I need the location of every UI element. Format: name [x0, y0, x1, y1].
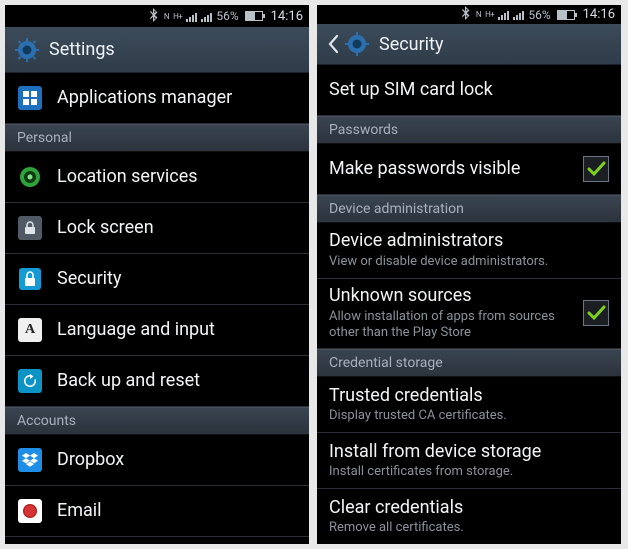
item-location-services[interactable]: Location services: [5, 152, 309, 203]
battery-percent: 56%: [216, 9, 238, 23]
action-bar: Security: [317, 24, 621, 65]
item-label: Applications manager: [57, 87, 297, 109]
dropbox-icon: [17, 447, 43, 473]
battery-percent: 56%: [528, 8, 550, 22]
item-backup-reset[interactable]: Back up and reset: [5, 356, 309, 407]
item-label: Security: [57, 268, 297, 290]
item-language-input[interactable]: A Language and input: [5, 305, 309, 356]
item-sublabel: Remove all certificates.: [329, 520, 609, 536]
item-label: Language and input: [57, 319, 297, 341]
item-sublabel: Install certificates from storage.: [329, 464, 609, 480]
item-security[interactable]: Security: [5, 254, 309, 305]
battery-icon: [245, 11, 263, 21]
apps-icon: [17, 85, 43, 111]
item-sim-card-lock[interactable]: Set up SIM card lock: [317, 65, 621, 116]
item-applications-manager[interactable]: Applications manager: [5, 73, 309, 124]
section-accounts: Accounts: [5, 407, 309, 435]
backup-icon: [17, 368, 43, 394]
status-bar: N H+ 56% 14:16: [317, 5, 621, 24]
action-bar: Settings: [5, 27, 309, 73]
item-unknown-sources[interactable]: Unknown sources Allow installation of ap…: [317, 279, 621, 349]
page-title: Security: [379, 34, 443, 55]
network-indicator-2: H+: [485, 10, 494, 19]
gear-icon: [15, 38, 39, 62]
status-bar: N H+ 56% 14:16: [5, 5, 309, 27]
bluetooth-icon: [150, 8, 160, 25]
item-label: Unknown sources: [329, 285, 569, 307]
signal-icon-2: [513, 9, 524, 20]
section-credential-storage: Credential storage: [317, 349, 621, 377]
item-label: Back up and reset: [57, 370, 297, 392]
item-clear-credentials[interactable]: Clear credentials Remove all certificate…: [317, 489, 621, 544]
clock: 14:16: [583, 7, 615, 22]
network-indicator-2: H+: [173, 12, 182, 21]
checkmark-icon: [586, 303, 606, 323]
settings-screen: N H+ 56% 14:16 Settings Applications man…: [5, 5, 309, 544]
item-label: Clear credentials: [329, 497, 609, 519]
item-device-administrators[interactable]: Device administrators View or disable de…: [317, 223, 621, 279]
item-lock-screen[interactable]: Lock screen: [5, 203, 309, 254]
email-icon: [17, 498, 43, 524]
bluetooth-icon: [462, 6, 472, 23]
item-sublabel: Display trusted CA certificates.: [329, 408, 609, 424]
section-device-admin: Device administration: [317, 195, 621, 223]
signal-icon: [498, 9, 509, 20]
back-button[interactable]: [327, 32, 369, 56]
item-passwords-visible[interactable]: Make passwords visible: [317, 144, 621, 195]
item-trusted-credentials[interactable]: Trusted credentials Display trusted CA c…: [317, 377, 621, 433]
checkbox[interactable]: [583, 300, 609, 326]
gear-icon: [345, 32, 369, 56]
item-sublabel: View or disable device administrators.: [329, 254, 609, 270]
signal-icon-2: [201, 11, 212, 22]
security-icon: [17, 266, 43, 292]
page-title: Settings: [49, 39, 115, 60]
section-passwords: Passwords: [317, 116, 621, 144]
item-label: Trusted credentials: [329, 385, 609, 407]
item-label: Set up SIM card lock: [329, 79, 609, 101]
item-sublabel: Allow installation of apps from sources …: [329, 309, 569, 342]
item-dropbox[interactable]: Dropbox: [5, 435, 309, 486]
lock-icon: [17, 215, 43, 241]
security-screen: N H+ 56% 14:16 Security Set up SIM card …: [317, 5, 621, 544]
checkbox[interactable]: [583, 156, 609, 182]
signal-icon: [186, 11, 197, 22]
item-email[interactable]: Email: [5, 486, 309, 537]
item-label: Device administrators: [329, 230, 609, 252]
item-label: Make passwords visible: [329, 158, 569, 180]
item-label: Dropbox: [57, 449, 297, 471]
item-install-from-storage[interactable]: Install from device storage Install cert…: [317, 433, 621, 489]
network-indicator-1: N: [476, 10, 481, 19]
clock: 14:16: [271, 9, 303, 24]
item-label: Email: [57, 500, 297, 522]
battery-icon: [557, 10, 575, 20]
chevron-left-icon: [327, 34, 339, 54]
item-label: Lock screen: [57, 217, 297, 239]
item-label: Location services: [57, 166, 297, 188]
network-indicator-1: N: [164, 12, 169, 21]
location-icon: [17, 164, 43, 190]
language-icon: A: [17, 317, 43, 343]
section-personal: Personal: [5, 124, 309, 152]
item-label: Install from device storage: [329, 441, 609, 463]
checkmark-icon: [586, 159, 606, 179]
